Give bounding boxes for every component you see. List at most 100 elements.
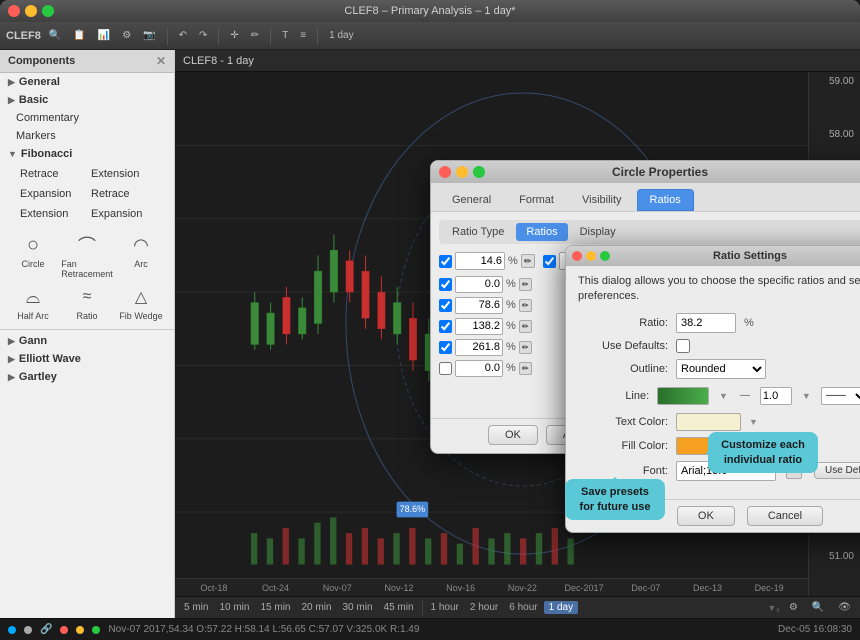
search-icon[interactable]: 🔍: [45, 29, 65, 42]
toolbar-icon-2[interactable]: 📊: [94, 29, 114, 42]
check-138-2[interactable]: [439, 320, 452, 333]
check-0-c[interactable]: [439, 362, 452, 375]
ratio-tab-type[interactable]: Ratio Type: [442, 223, 514, 241]
chart-settings-icon[interactable]: ⚙: [784, 601, 803, 614]
edit-0-0[interactable]: ✏: [519, 278, 532, 291]
sidebar-item-gann[interactable]: ▶ Gann: [0, 332, 174, 350]
sidebar-icon-halfarc[interactable]: ⌓ Half Arc: [11, 283, 56, 321]
tf-1hour[interactable]: 1 hour: [426, 601, 464, 614]
check-23-6[interactable]: [543, 255, 556, 268]
rs-font-label: Font:: [578, 465, 668, 477]
check-0-0[interactable]: [439, 278, 452, 291]
close-button[interactable]: [8, 5, 20, 17]
tf-30min[interactable]: 30 min: [338, 601, 378, 614]
rs-text-color[interactable]: [676, 413, 741, 431]
sidebar-item-fibonacci[interactable]: ▼ Fibonacci: [0, 145, 174, 163]
tf-45min[interactable]: 45 min: [379, 601, 419, 614]
check-14-6[interactable]: [439, 255, 452, 268]
text-icon[interactable]: T: [278, 29, 292, 42]
ok-button[interactable]: OK: [488, 425, 538, 445]
toolbar-icon-3[interactable]: ⚙: [118, 29, 135, 42]
rs-ok-button[interactable]: OK: [677, 506, 735, 526]
input-14-6[interactable]: [455, 252, 505, 270]
check-78-6[interactable]: [439, 299, 452, 312]
sidebar-item-commentary[interactable]: Commentary: [0, 109, 174, 127]
sidebar-icon-fibwedge[interactable]: △ Fib Wedge: [119, 283, 164, 321]
rs-zoom-button[interactable]: [600, 251, 610, 261]
sidebar-icon-arc[interactable]: ◠ Arc: [119, 231, 164, 279]
sidebar-item-markers[interactable]: Markers: [0, 127, 174, 145]
edit-261-8[interactable]: ✏: [519, 341, 532, 354]
rs-use-defaults-check[interactable]: [676, 339, 690, 353]
chart-zoom-icon[interactable]: 🔍: [807, 601, 829, 614]
tf-10min[interactable]: 10 min: [214, 601, 254, 614]
tf-20min[interactable]: 20 min: [296, 601, 336, 614]
chart-eye-icon[interactable]: 👁: [833, 601, 856, 614]
align-icon[interactable]: ≡: [296, 29, 310, 42]
price-51: 51.00: [811, 551, 858, 562]
main-window: CLEF8 – Primary Analysis – 1 day* CLEF8 …: [0, 0, 860, 640]
tf-6hour[interactable]: 6 hour: [504, 601, 542, 614]
redo-icon[interactable]: ↷: [195, 29, 211, 42]
sidebar-item-retrace2[interactable]: Retrace: [87, 185, 166, 203]
sidebar-close-button[interactable]: ✕: [156, 54, 166, 68]
edit-0-c[interactable]: ✏: [519, 362, 532, 375]
tab-ratios[interactable]: Ratios: [637, 189, 694, 211]
timeframe-label[interactable]: 1 day: [325, 29, 357, 42]
sidebar-item-expansion2[interactable]: Expansion: [87, 205, 166, 223]
sidebar-icon-circle[interactable]: ○ Circle: [11, 231, 56, 279]
chart-label: CLEF8 - 1 day: [183, 55, 254, 67]
edit-78-6[interactable]: ✏: [519, 299, 532, 312]
rs-ratio-input[interactable]: [676, 313, 736, 333]
rs-fill-color-label: Fill Color:: [578, 440, 668, 452]
input-261-8[interactable]: [455, 339, 503, 356]
rs-line-style[interactable]: —— - - -: [821, 387, 860, 405]
sidebar-item-elliottwave[interactable]: ▶ Elliott Wave: [0, 350, 174, 368]
tf-2hour[interactable]: 2 hour: [465, 601, 503, 614]
rs-close-button[interactable]: [572, 251, 582, 261]
tab-general[interactable]: General: [439, 189, 504, 211]
rs-use-default-btn[interactable]: Use Default: [814, 462, 860, 479]
edit-14-6[interactable]: ✏: [521, 254, 535, 268]
tf-1day[interactable]: 1 day: [544, 601, 578, 614]
rs-outline-select[interactable]: Rounded Square: [676, 359, 766, 379]
input-0-0[interactable]: [455, 276, 503, 293]
sidebar-item-basic[interactable]: ▶ Basic: [0, 91, 174, 109]
maximize-button[interactable]: [42, 5, 54, 17]
rs-line-weight[interactable]: [760, 387, 792, 405]
dialog-close-button[interactable]: [439, 166, 451, 178]
sidebar-item-extension[interactable]: Extension: [8, 205, 87, 223]
sidebar-icon-ratio[interactable]: ≈ Ratio: [65, 283, 110, 321]
ratio-tab-display[interactable]: Display: [570, 223, 626, 241]
arrow-icon: ▶: [8, 372, 15, 383]
ratio-tab-ratios[interactable]: Ratios: [516, 223, 567, 241]
draw-icon[interactable]: ✏: [247, 29, 263, 42]
sidebar-item-retrace[interactable]: Retrace: [8, 165, 87, 183]
rs-minimize-button[interactable]: [586, 251, 596, 261]
cursor-icon[interactable]: ✛: [226, 29, 242, 42]
sidebar-item-expansion[interactable]: Expansion: [8, 185, 87, 203]
tf-5min[interactable]: 5 min: [179, 601, 213, 614]
toolbar-icon-4[interactable]: 📷: [139, 29, 159, 42]
dialog-zoom-button[interactable]: [473, 166, 485, 178]
sidebar-item-extension2[interactable]: Extension: [87, 165, 166, 183]
edit-138-2[interactable]: ✏: [519, 320, 532, 333]
input-78-6[interactable]: [455, 297, 503, 314]
toolbar-icon-1[interactable]: 📋: [69, 29, 89, 42]
rs-cancel-button[interactable]: Cancel: [747, 506, 823, 526]
undo-icon[interactable]: ↶: [175, 29, 191, 42]
date-label-8: Dec-07: [615, 583, 677, 593]
input-138-2[interactable]: [455, 318, 503, 335]
tab-format[interactable]: Format: [506, 189, 567, 211]
svg-text:78.6%: 78.6%: [400, 504, 426, 514]
tf-15min[interactable]: 15 min: [255, 601, 295, 614]
rs-line-color[interactable]: [657, 387, 709, 405]
tab-visibility[interactable]: Visibility: [569, 189, 635, 211]
minimize-button[interactable]: [25, 5, 37, 17]
sidebar-item-general[interactable]: ▶ General: [0, 73, 174, 91]
input-0-c[interactable]: [455, 360, 503, 377]
sidebar-icon-fan[interactable]: ⌒ Fan Retracement: [65, 231, 110, 279]
sidebar-item-gartley[interactable]: ▶ Gartley: [0, 368, 174, 386]
dialog-minimize-button[interactable]: [456, 166, 468, 178]
check-261-8[interactable]: [439, 341, 452, 354]
